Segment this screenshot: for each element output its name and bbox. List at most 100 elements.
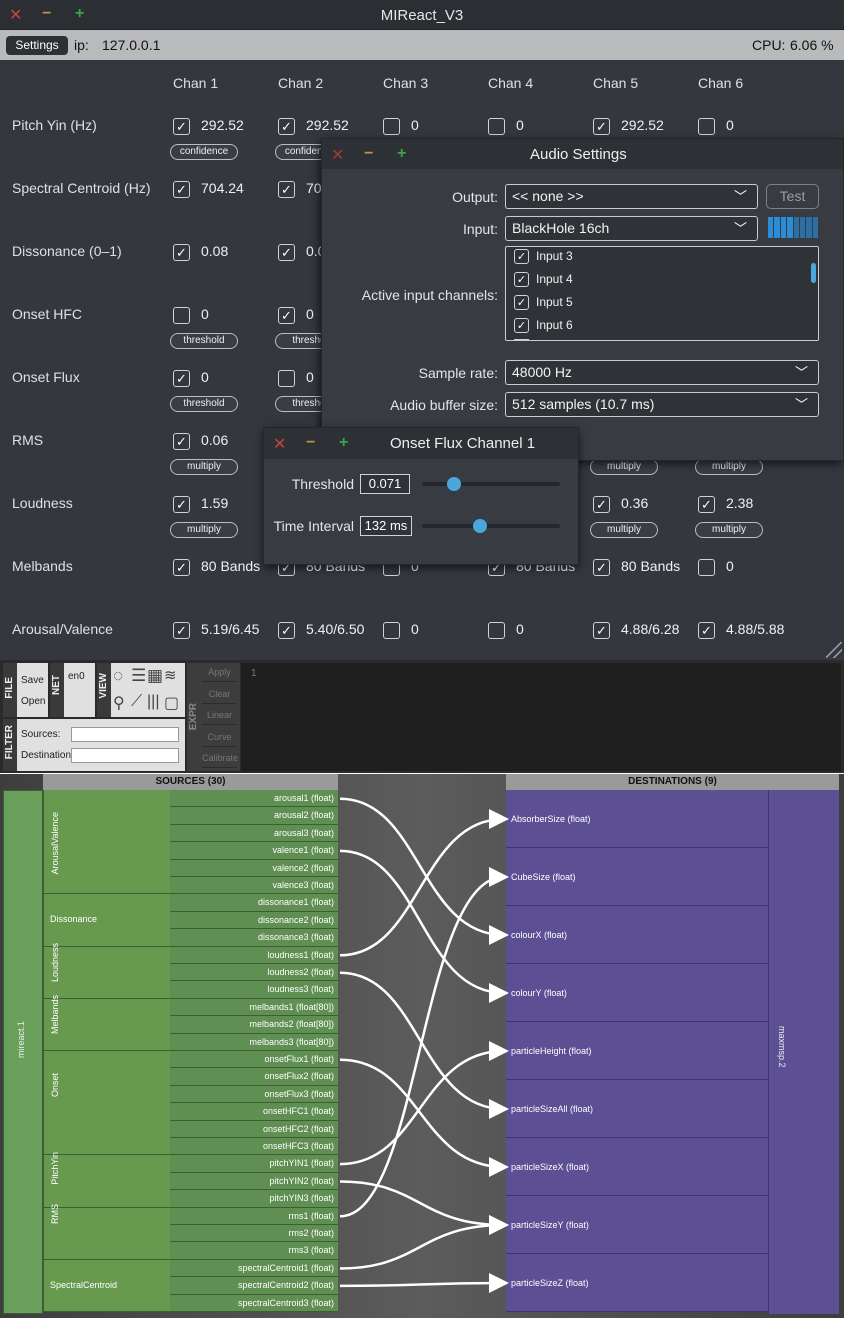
expr-apply-button[interactable]: Apply [202,663,237,682]
feature-checkbox[interactable] [173,307,190,324]
mapping-link[interactable] [339,797,509,945]
feature-value: 0 [726,558,734,574]
hive-view-icon[interactable]: ||| [147,693,159,711]
time-interval-slider-handle[interactable] [472,519,487,533]
feature-checkbox[interactable] [698,118,715,135]
close-icon[interactable]: ✕ [331,145,344,165]
channel-checkbox[interactable]: ✓ [514,295,529,310]
feature-checkbox[interactable] [383,622,400,639]
input-dropdown[interactable]: BlackHole 16ch ﹀ [505,216,758,241]
confidence-button[interactable]: confidence [170,144,238,160]
channel-checkbox[interactable]: ✓ [514,318,529,333]
mapping-link[interactable] [339,849,509,1003]
feature-checkbox[interactable]: ✓ [278,118,295,135]
feature-checkbox[interactable]: ✓ [173,622,190,639]
feature-checkbox[interactable]: ✓ [173,181,190,198]
expr-curve-button[interactable]: Curve [202,727,237,747]
output-dropdown[interactable]: << none >> ﹀ [505,184,758,209]
canvas-view-icon[interactable]: ▢ [164,693,179,713]
feature-checkbox[interactable]: ✓ [173,433,190,450]
time-interval-slider[interactable] [422,524,560,528]
feature-checkbox[interactable]: ✓ [593,118,610,135]
feature-value: 292.52 [201,117,244,133]
feature-checkbox[interactable] [488,622,505,639]
feature-checkbox[interactable]: ✓ [278,307,295,324]
net-interface[interactable]: en0 [68,671,85,682]
sample-rate-dropdown[interactable]: 48000 Hz ﹀ [505,360,819,385]
test-button[interactable]: Test [766,184,819,209]
channel-checkbox[interactable]: ✓ [514,249,529,264]
mapping-link[interactable] [339,1058,509,1177]
feature-checkbox[interactable]: ✓ [698,496,715,513]
feature-checkbox[interactable]: ✓ [593,622,610,639]
feature-checkbox[interactable]: ✓ [173,244,190,261]
feature-checkbox[interactable]: ✓ [173,370,190,387]
feature-checkbox[interactable]: ✓ [173,496,190,513]
balloon-view-icon[interactable]: ⟋ [131,693,142,711]
active-channels-list[interactable]: ✓ Input 3 ✓ Input 4 ✓ Input 5 ✓ Input 6 [505,246,819,341]
expr-clear-button[interactable]: Clear [202,684,237,704]
graph-view-icon[interactable]: ⚲ [113,693,125,713]
minimize-icon[interactable]: − [364,145,373,163]
feature-label: Onset HFC [12,306,83,322]
feature-value: 1.59 [201,495,229,511]
time-interval-value[interactable]: 132 ms [360,516,412,536]
multiply-button[interactable]: multiply [590,459,658,475]
channel-checkbox[interactable]: ✓ [514,272,529,287]
threshold-button[interactable]: threshold [170,396,238,412]
multiply-button[interactable]: multiply [170,522,238,538]
feature-value: 704.24 [201,180,244,196]
feature-value: 0 [306,369,314,385]
threshold-slider[interactable] [422,482,560,486]
line-number: 1 [251,668,257,679]
feature-checkbox[interactable]: ✓ [593,496,610,513]
output-value: << none >> [512,188,584,204]
expression-editor[interactable]: 1 [241,663,841,771]
resize-handle[interactable] [826,642,842,658]
threshold-button[interactable]: threshold [170,333,238,349]
feature-checkbox[interactable] [488,118,505,135]
list-scrollbar[interactable] [811,263,816,283]
feature-checkbox[interactable]: ✓ [278,622,295,639]
feature-checkbox[interactable]: ✓ [593,559,610,576]
close-icon[interactable]: ✕ [273,434,286,454]
feature-checkbox[interactable]: ✓ [173,118,190,135]
feature-value: 0 [201,369,209,385]
list-view-icon[interactable]: ☰ [131,666,146,686]
grid-view-icon[interactable]: ▦ [147,666,163,686]
expr-calibrate-button[interactable]: Calibrate [202,749,238,769]
sources-filter-input[interactable] [71,727,179,742]
connection-links [339,797,509,1294]
mapping-link[interactable] [339,867,509,1218]
open-button[interactable]: Open [21,696,45,707]
feature-checkbox[interactable] [383,118,400,135]
multiply-button[interactable]: multiply [695,459,763,475]
chord-view-icon[interactable]: ◌ [113,666,123,686]
multiply-button[interactable]: multiply [695,522,763,538]
feature-checkbox[interactable] [278,370,295,387]
maximize-icon[interactable]: + [339,434,348,452]
feature-checkbox[interactable]: ✓ [173,559,190,576]
minimize-icon[interactable]: − [306,434,315,452]
multiply-button[interactable]: multiply [590,522,658,538]
feature-checkbox[interactable]: ✓ [278,244,295,261]
destinations-filter-input[interactable] [71,748,179,763]
feature-checkbox[interactable]: ✓ [278,181,295,198]
net-tab: NET [51,675,62,695]
feature-checkbox[interactable] [698,559,715,576]
mapping-link[interactable] [339,1215,509,1270]
onset-flux-titlebar: ✕ − + Onset Flux Channel 1 [264,428,578,459]
multiply-button[interactable]: multiply [170,459,238,475]
feature-value: 5.40/6.50 [306,621,365,637]
expr-linear-button[interactable]: Linear [202,706,237,726]
parallel-view-icon[interactable]: ≋ [164,666,177,684]
maximize-icon[interactable]: + [397,145,406,163]
mapping-link[interactable] [339,1273,509,1294]
feature-checkbox[interactable]: ✓ [698,622,715,639]
mapping-link[interactable] [339,1041,509,1166]
threshold-value[interactable]: 0.071 [360,474,410,494]
threshold-slider-handle[interactable] [446,477,461,491]
buffer-size-dropdown[interactable]: 512 samples (10.7 ms) ﹀ [505,392,819,417]
save-button[interactable]: Save [21,675,44,686]
input-channel-label: Input 3 [536,249,573,263]
